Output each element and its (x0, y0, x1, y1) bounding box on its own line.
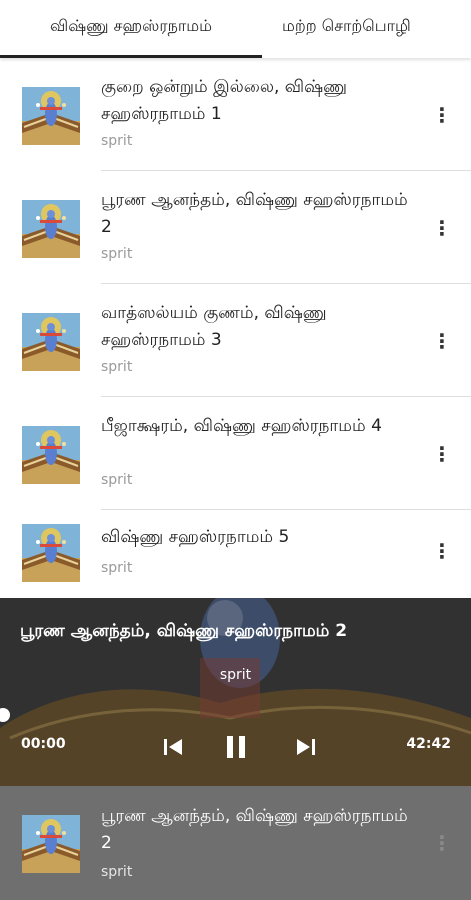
mini-player-author: sprit (101, 864, 133, 880)
mini-player[interactable]: பூரண ஆனந்தம், விஷ்ணு சஹஸ்ரநாமம் 2 sprit … (0, 786, 471, 900)
tab-other-speeches[interactable]: மற்ற சொற்பொழி (282, 0, 411, 58)
track-thumbnail (22, 426, 80, 484)
track-title: பூரண ஆனந்தம், விஷ்ணு சஹஸ்ரநாமம் 2 (101, 190, 408, 237)
track-title: பீஜாக்ஷரம், விஷ்ணு சஹஸ்ரநாமம் 4 (101, 416, 382, 436)
list-item[interactable]: பீஜாக்ஷரம், விஷ்ணு சஹஸ்ரநாமம் 4 sprit ⋮ (0, 397, 471, 510)
track-thumbnail (22, 87, 80, 145)
list-item[interactable]: பூரண ஆனந்தம், விஷ்ணு சஹஸ்ரநாமம் 2 sprit … (0, 171, 471, 284)
track-title: குறை ஒன்றும் இல்லை, விஷ்ணு சஹஸ்ரநாமம் 1 (101, 77, 347, 124)
current-time: 00:00 (21, 736, 66, 752)
skip-previous-icon[interactable] (157, 730, 191, 764)
track-title: வாத்ஸல்யம் குணம், விஷ்ணு சஹஸ்ரநாமம் 3 (101, 303, 327, 350)
total-time: 42:42 (406, 736, 451, 752)
track-thumbnail (22, 815, 80, 873)
track-thumbnail (22, 200, 80, 258)
track-author: sprit (101, 472, 133, 488)
mini-player-title: பூரண ஆனந்தம், விஷ்ணு சஹஸ்ரநாமம் 2 (101, 806, 408, 853)
track-list: குறை ஒன்றும் இல்லை, விஷ்ணு சஹஸ்ரநாமம் 1 … (0, 58, 471, 598)
more-options-icon[interactable]: ⋮ (432, 536, 452, 566)
more-options-icon[interactable]: ⋮ (432, 100, 452, 130)
player-track-title: பூரண ஆனந்தம், விஷ்ணு சஹஸ்ரநாமம் 2 (20, 621, 348, 641)
list-item[interactable]: குறை ஒன்றும் இல்லை, விஷ்ணு சஹஸ்ரநாமம் 1 … (0, 58, 471, 171)
more-options-icon[interactable]: ⋮ (432, 439, 452, 469)
pause-icon[interactable] (219, 730, 253, 764)
track-thumbnail (22, 313, 80, 371)
track-author: sprit (101, 359, 133, 375)
skip-next-icon[interactable] (288, 730, 322, 764)
more-options-icon[interactable]: ⋮ (432, 828, 452, 858)
more-options-icon[interactable]: ⋮ (432, 326, 452, 356)
track-author: sprit (101, 246, 133, 262)
list-item[interactable]: விஷ்ணு சஹஸ்ரநாமம் 5 sprit ⋮ (0, 510, 471, 598)
tab-bar: விஷ்ணு சஹஸ்ரநாமம் மற்ற சொற்பொழி (0, 0, 471, 58)
more-options-icon[interactable]: ⋮ (432, 213, 452, 243)
tab-vishnu-sahasranamam[interactable]: விஷ்ணு சஹஸ்ரநாமம் (0, 0, 262, 58)
list-item[interactable]: வாத்ஸல்யம் குணம், விஷ்ணு சஹஸ்ரநாமம் 3 sp… (0, 284, 471, 397)
track-author: sprit (101, 133, 133, 149)
now-playing-panel: பூரண ஆனந்தம், விஷ்ணு சஹஸ்ரநாமம் 2 sprit … (0, 598, 471, 786)
track-author: sprit (101, 560, 133, 576)
track-title: விஷ்ணு சஹஸ்ரநாமம் 5 (101, 527, 290, 547)
track-thumbnail (22, 524, 80, 582)
player-track-author: sprit (219, 667, 252, 683)
